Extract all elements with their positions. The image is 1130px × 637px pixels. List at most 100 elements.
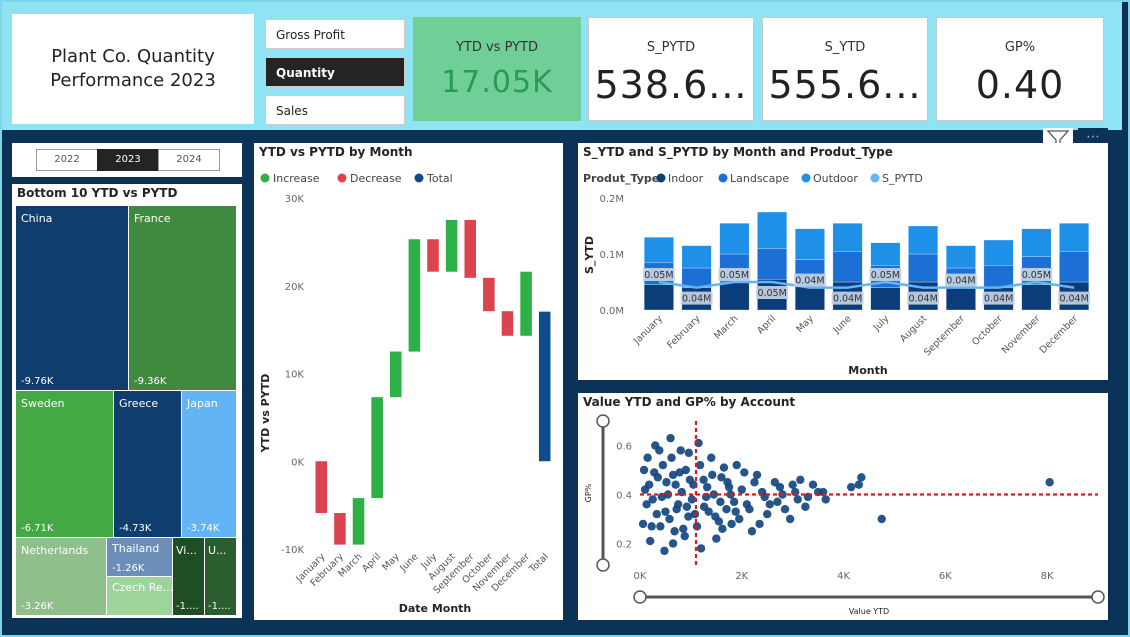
scatter-point[interactable] bbox=[846, 482, 856, 492]
scatter-point[interactable] bbox=[685, 475, 695, 484]
scatter-point[interactable] bbox=[745, 505, 754, 514]
scatter-point[interactable] bbox=[729, 497, 739, 507]
waterfall-bar[interactable] bbox=[389, 351, 402, 398]
stacked-bar-segment[interactable] bbox=[719, 281, 750, 311]
waterfall-bar[interactable] bbox=[334, 513, 346, 545]
scatter-point[interactable] bbox=[652, 509, 661, 519]
scatter-point[interactable] bbox=[702, 482, 712, 492]
scatter-point[interactable] bbox=[662, 478, 671, 487]
scatter-point[interactable] bbox=[1045, 478, 1054, 487]
scatter-point[interactable] bbox=[711, 512, 720, 521]
stacked-bar-segment[interactable] bbox=[644, 237, 674, 263]
scatter-point[interactable] bbox=[682, 502, 692, 511]
stacked-bar-segment[interactable] bbox=[644, 284, 674, 311]
scatter-point[interactable] bbox=[676, 446, 685, 455]
year-2023-button[interactable]: 2023 bbox=[97, 149, 159, 171]
waterfall-bar[interactable] bbox=[464, 219, 477, 278]
treemap-tile-france[interactable]: France -9.36K bbox=[129, 206, 236, 390]
treemap-tile-u[interactable]: U... -1.... bbox=[205, 538, 236, 615]
scatter-point[interactable] bbox=[773, 497, 782, 507]
stacked-bar-segment[interactable] bbox=[908, 225, 938, 255]
scatter-point[interactable] bbox=[747, 527, 757, 536]
scatter-point[interactable] bbox=[796, 475, 805, 484]
stacked-bar-segment[interactable] bbox=[681, 267, 712, 288]
scatter-point[interactable] bbox=[680, 531, 689, 541]
treemap-tile-china[interactable]: China -9.76K bbox=[16, 206, 128, 390]
stacked-bar-segment[interactable] bbox=[681, 245, 712, 269]
stacked-bar-segment[interactable] bbox=[757, 211, 787, 249]
scatter-point[interactable] bbox=[708, 470, 717, 480]
stacked-bar-segment[interactable] bbox=[983, 265, 1014, 288]
gross-profit-button[interactable]: Gross Profit bbox=[265, 19, 405, 49]
scatter-point[interactable] bbox=[639, 465, 649, 475]
scatter-point[interactable] bbox=[643, 453, 652, 462]
scatter-point[interactable] bbox=[642, 500, 651, 509]
waterfall-bar[interactable] bbox=[352, 498, 365, 545]
treemap-tile-japan[interactable]: Japan -3.74K bbox=[182, 391, 236, 537]
stacked-bar-segment[interactable] bbox=[1059, 251, 1089, 283]
x-range-slider-handle-right[interactable] bbox=[1091, 590, 1105, 604]
stacked-bar-segment[interactable] bbox=[870, 242, 901, 266]
scatter-point[interactable] bbox=[638, 519, 648, 529]
treemap-tile-greece[interactable]: Greece -4.73K bbox=[114, 391, 181, 537]
scatter-point[interactable] bbox=[801, 502, 810, 511]
scatter-point[interactable] bbox=[775, 482, 785, 492]
scatter-point[interactable] bbox=[670, 527, 679, 536]
scatter-point[interactable] bbox=[671, 480, 680, 489]
scatter-point[interactable] bbox=[740, 468, 749, 477]
scatter-point[interactable] bbox=[750, 478, 759, 487]
stacked-bar-segment[interactable] bbox=[719, 223, 750, 255]
scatter-point[interactable] bbox=[785, 514, 795, 524]
scatter-point[interactable] bbox=[719, 463, 729, 472]
scatter-point[interactable] bbox=[788, 480, 797, 489]
scatter-point[interactable] bbox=[821, 495, 830, 504]
stacked-bar-segment[interactable] bbox=[870, 287, 901, 311]
y-range-slider-handle-top[interactable] bbox=[596, 414, 610, 428]
scatter-point[interactable] bbox=[737, 485, 746, 494]
stacked-bar-segment[interactable] bbox=[1021, 228, 1052, 257]
scatter-point[interactable] bbox=[650, 468, 659, 477]
scatter-point[interactable] bbox=[857, 473, 866, 482]
scatter-point[interactable] bbox=[723, 478, 732, 487]
scatter-point[interactable] bbox=[763, 509, 772, 519]
scatter-point[interactable] bbox=[735, 514, 744, 524]
waterfall-bar[interactable] bbox=[538, 311, 551, 462]
scatter-point[interactable] bbox=[699, 502, 709, 511]
treemap-tile-thailand[interactable]: Thailand -1.26K bbox=[107, 538, 172, 576]
scatter-point[interactable] bbox=[722, 505, 731, 514]
scatter-point[interactable] bbox=[672, 505, 681, 514]
scatter-point[interactable] bbox=[687, 495, 697, 504]
x-range-slider-handle-left[interactable] bbox=[633, 590, 647, 604]
treemap-tile-netherlands[interactable]: Netherlands -3.26K bbox=[16, 538, 106, 615]
scatter-point[interactable] bbox=[660, 546, 669, 556]
scatter-point[interactable] bbox=[808, 480, 818, 489]
quantity-button[interactable]: Quantity bbox=[265, 57, 405, 87]
waterfall-bar[interactable] bbox=[520, 271, 532, 336]
stacked-bar-segment[interactable] bbox=[795, 228, 825, 260]
scatter-point[interactable] bbox=[666, 433, 675, 443]
treemap-tile-vi[interactable]: Vi... -1.... bbox=[173, 538, 204, 615]
scatter-point[interactable] bbox=[731, 507, 740, 516]
stacked-bar-segment[interactable] bbox=[946, 287, 976, 311]
scatter-point[interactable] bbox=[877, 514, 886, 524]
treemap-tile-czech-republic[interactable]: Czech Re... bbox=[107, 577, 172, 615]
sales-button[interactable]: Sales bbox=[265, 95, 405, 125]
scatter-point[interactable] bbox=[716, 497, 725, 507]
scatter-point[interactable] bbox=[684, 448, 694, 458]
scatter-point[interactable] bbox=[780, 505, 790, 514]
waterfall-bar[interactable] bbox=[483, 277, 495, 312]
stacked-bar-segment[interactable] bbox=[757, 248, 787, 280]
scatter-point[interactable] bbox=[644, 480, 654, 489]
scatter-point[interactable] bbox=[696, 544, 706, 553]
scatter-point[interactable] bbox=[732, 460, 741, 470]
scatter-point[interactable] bbox=[793, 495, 802, 504]
year-2022-button[interactable]: 2022 bbox=[36, 149, 98, 171]
waterfall-bar[interactable] bbox=[427, 239, 439, 272]
stacked-bar-segment[interactable] bbox=[832, 223, 863, 252]
year-2024-button[interactable]: 2024 bbox=[158, 149, 220, 171]
stacked-bar-segment[interactable] bbox=[832, 251, 863, 283]
scatter-point[interactable] bbox=[752, 470, 762, 480]
scatter-point[interactable] bbox=[667, 453, 676, 462]
scatter-point[interactable] bbox=[712, 534, 721, 543]
treemap-tile-sweden[interactable]: Sweden -6.71K bbox=[16, 391, 113, 537]
